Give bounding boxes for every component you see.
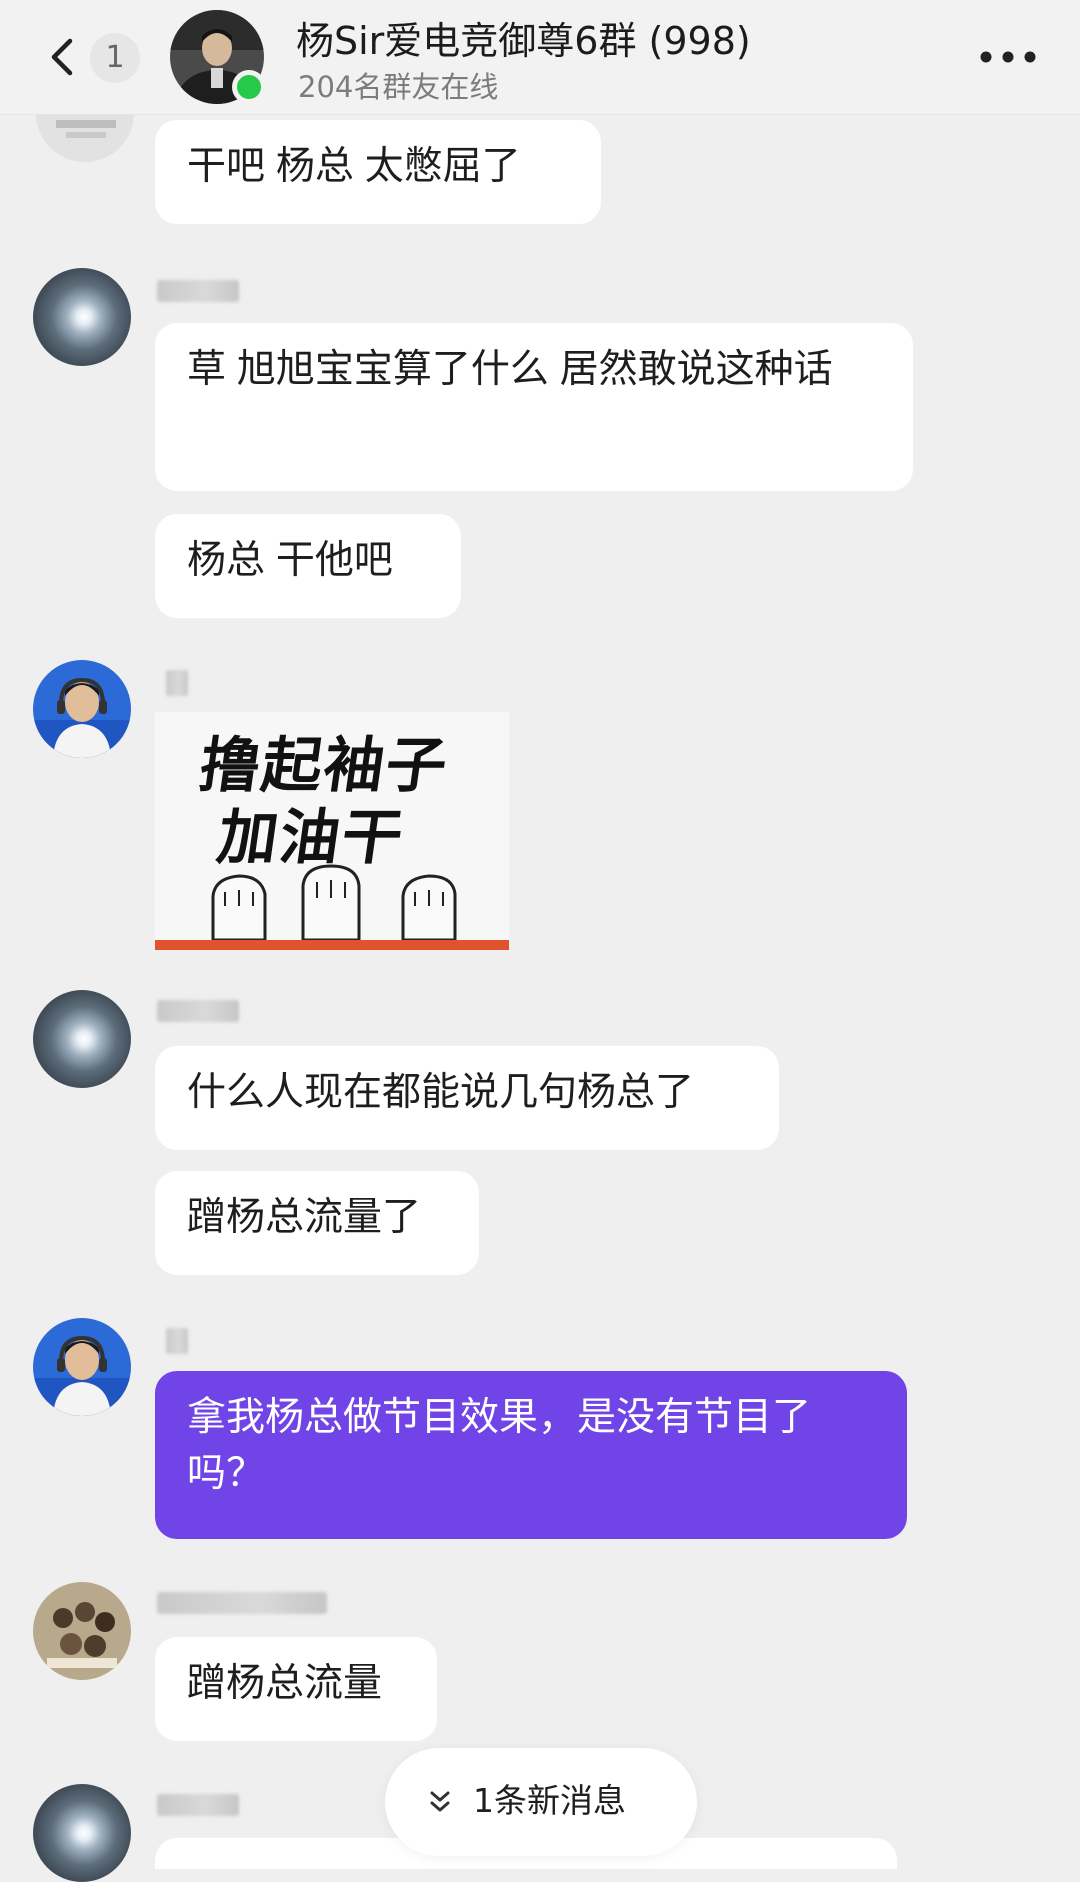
avatar[interactable] [33, 1784, 131, 1882]
message-bubble[interactable]: 杨总 干他吧 [155, 514, 461, 618]
new-messages-button[interactable]: 1条新消息 [385, 1748, 697, 1856]
back-arrow-icon[interactable] [44, 35, 84, 79]
message-bubble-highlighted[interactable]: 拿我杨总做节目效果，是没有节目了吗？ [155, 1371, 907, 1539]
avatar[interactable] [33, 1318, 131, 1416]
more-options-icon[interactable] [978, 50, 1038, 64]
sender-name [157, 1000, 239, 1022]
message-bubble[interactable]: 蹭杨总流量了 [155, 1171, 479, 1275]
double-chevron-down-icon [430, 1791, 450, 1812]
online-member-count: 204名群友在线 [298, 70, 499, 104]
message-bubble[interactable]: 蹭杨总流量 [155, 1637, 437, 1741]
sticker-stripe [155, 940, 509, 950]
unread-count-badge[interactable]: 1 [90, 33, 140, 83]
avatar[interactable] [33, 990, 131, 1088]
group-title[interactable]: 杨Sir爱电竞御尊6群 (998) [296, 10, 751, 65]
avatar[interactable] [33, 268, 131, 366]
avatar[interactable] [33, 660, 131, 758]
message-bubble[interactable]: 干吧 杨总 太憋屈了 [155, 120, 601, 224]
sender-name [157, 280, 239, 302]
message-bubble[interactable]: 什么人现在都能说几句杨总了 [155, 1046, 779, 1150]
new-messages-label: 1条新消息 [473, 1781, 626, 1820]
sender-name [166, 1328, 188, 1354]
sender-name [157, 1592, 327, 1614]
sticker-text: 撸起袖子 加油干 [195, 731, 453, 873]
sticker-image[interactable]: 撸起袖子 加油干 [155, 712, 509, 950]
sender-name [166, 670, 188, 696]
online-status-dot [232, 70, 266, 104]
message-bubble[interactable]: 草 旭旭宝宝算了什么 居然敢说这种话 [155, 323, 913, 491]
chat-header: 1 杨Sir爱电竞御尊6群 (998) 204名群友在线 [0, 0, 1080, 115]
fists-illustration [211, 864, 457, 942]
sender-name [157, 1794, 239, 1816]
avatar[interactable] [33, 1582, 131, 1680]
